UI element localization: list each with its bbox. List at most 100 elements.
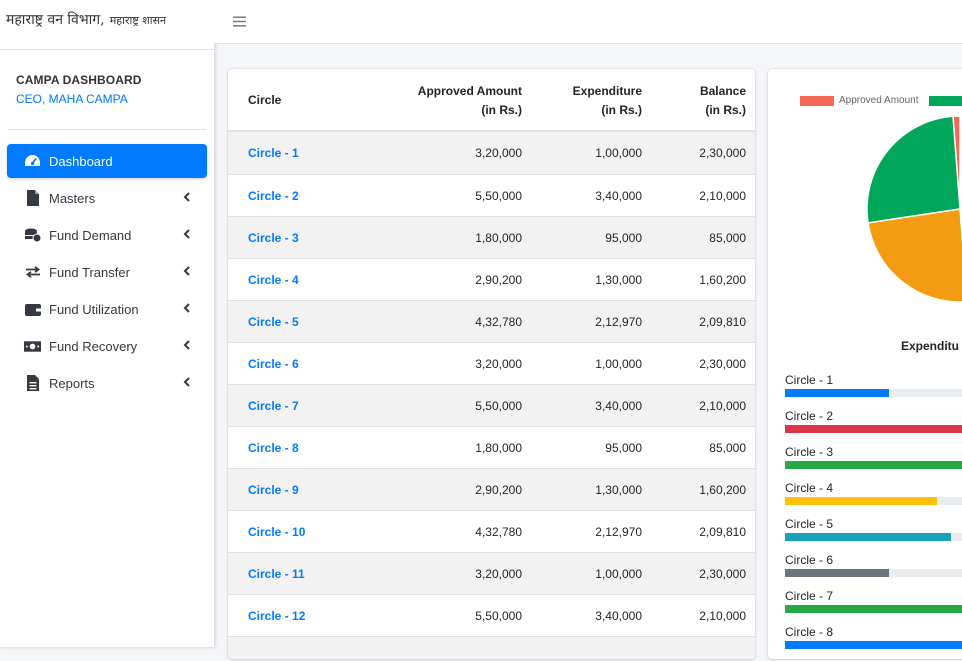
progress-track (785, 497, 962, 505)
table-cell: 2,09,810 (642, 315, 746, 329)
table-cell: 2,90,200 (368, 273, 522, 287)
circle-link[interactable]: Circle - 11 (248, 567, 305, 581)
table-body: Circle - 13,20,0001,00,0002,30,000Circle… (228, 132, 755, 659)
expenditure-cell: 2,12,970 (595, 525, 642, 539)
table-cell: 95,000 (522, 441, 642, 455)
table-row: Circle - 113,20,0001,00,0002,30,000 (228, 552, 755, 594)
table-cell: Circle - 2 (228, 189, 368, 203)
table-cell: Circle - 4 (228, 273, 368, 287)
hamburger-menu-icon[interactable] (233, 12, 246, 32)
expenditure-cell: 3,40,000 (595, 609, 642, 623)
sidebar-item-label: Fund Transfer (49, 265, 130, 280)
sidebar-item-label: Fund Demand (49, 228, 131, 243)
brand-link[interactable]: महाराष्ट्र वन विभाग, महाराष्ट्र शासन (0, 0, 214, 50)
approved-amount-cell: 4,32,780 (475, 525, 522, 539)
circle-link[interactable]: Circle - 10 (248, 525, 305, 539)
legend-swatch-approved[interactable] (800, 96, 834, 106)
pie-legend: Approved Amount (800, 95, 962, 106)
sidebar-item-fund-demand[interactable]: Fund Demand (7, 218, 207, 252)
expenditure-cell: 1,00,000 (595, 357, 642, 371)
circle-link[interactable]: Circle - 4 (248, 273, 299, 287)
table-cell: Circle - 7 (228, 399, 368, 413)
table-cell: 5,50,000 (368, 399, 522, 413)
table-cell: 1,80,000 (368, 231, 522, 245)
approved-amount-cell: 3,20,000 (475, 357, 522, 371)
sidebar-item-dashboard[interactable]: Dashboard (7, 144, 207, 178)
bar-label: Circle - 4 (785, 481, 833, 495)
balance-cell: 85,000 (709, 231, 746, 245)
circle-link[interactable]: Circle - 1 (248, 146, 299, 160)
file-alt-icon (24, 375, 41, 391)
chevron-left-icon (182, 190, 192, 204)
sidebar-divider (8, 129, 206, 130)
table-cell: 5,50,000 (368, 609, 522, 623)
progress-track (785, 533, 962, 541)
table-cell: 3,20,000 (368, 567, 522, 581)
header-balance-line1: Balance (642, 82, 746, 101)
circle-link[interactable]: Circle - 6 (248, 357, 299, 371)
sidebar-item-reports[interactable]: Reports (7, 366, 207, 400)
circle-link[interactable]: Circle - 3 (248, 231, 299, 245)
circle-link[interactable]: Circle - 12 (248, 609, 305, 623)
approved-amount-cell: 4,32,780 (475, 315, 522, 329)
bar-label: Circle - 1 (785, 373, 833, 387)
sidebar-item-fund-recovery[interactable]: Fund Recovery (7, 329, 207, 363)
approved-amount-cell: 2,90,200 (475, 273, 522, 287)
expenditure-bar-item: Circle - 1 (785, 373, 962, 409)
table-cell: 4,32,780 (368, 525, 522, 539)
balance-cell: 1,60,200 (699, 483, 746, 497)
table-cell: 2,12,970 (522, 315, 642, 329)
table-cell: 3,20,000 (368, 146, 522, 160)
expenditure-bar-item: Circle - 5 (785, 517, 962, 553)
table-cell: 2,30,000 (642, 146, 746, 160)
expenditure-cell: 95,000 (605, 231, 642, 245)
table-cell: 1,80,000 (368, 441, 522, 455)
exchange-icon (24, 264, 41, 280)
approved-amount-cell: 1,80,000 (475, 231, 522, 245)
sidebar-item-masters[interactable]: Masters (7, 181, 207, 215)
progress-bar (785, 425, 962, 433)
progress-bar (785, 641, 962, 649)
sidebar-item-fund-transfer[interactable]: Fund Transfer (7, 255, 207, 289)
circle-link[interactable]: Circle - 5 (248, 315, 299, 329)
expenditure-bar-item: Circle - 4 (785, 481, 962, 517)
table-cell: 3,40,000 (522, 399, 642, 413)
chevron-left-icon (182, 301, 192, 315)
expenditure-cell: 1,30,000 (595, 483, 642, 497)
table-cell: 1,00,000 (522, 146, 642, 160)
balance-cell: 2,10,000 (699, 399, 746, 413)
table-cell: 2,10,000 (642, 609, 746, 623)
pie-slice[interactable] (867, 116, 960, 223)
sidebar-item-fund-utilization[interactable]: Fund Utilization (7, 292, 207, 326)
chevron-left-icon (182, 338, 192, 352)
legend-label-approved: Approved Amount (839, 95, 919, 106)
header-balance-line2: (in Rs.) (642, 101, 746, 120)
circle-link[interactable]: Circle - 7 (248, 399, 299, 413)
circle-link[interactable]: Circle - 8 (248, 441, 299, 455)
table-row: Circle - 12 5,50,000 3,40,0002,10,000 (228, 594, 755, 636)
progress-bar (785, 461, 962, 469)
balance-cell: 2,09,810 (699, 315, 746, 329)
circle-link[interactable]: Circle - 9 (248, 483, 299, 497)
table-cell: 85,000 (642, 441, 746, 455)
approved-amount-cell: 1,80,000 (475, 441, 522, 455)
circle-link[interactable]: Circle - 2 (248, 189, 299, 203)
expenditure-bars: Circle - 1Circle - 2Circle - 3Circle - 4… (785, 373, 962, 661)
table-cell: Circle - 3 (228, 231, 368, 245)
user-role-link[interactable]: CEO, MAHA CAMPA (16, 92, 214, 106)
balance-cell: 1,60,200 (699, 273, 746, 287)
table-row: Circle - 104,32,7802,12,9702,09,810 (228, 510, 755, 552)
table-cell: 2,10,000 (642, 399, 746, 413)
table-row: Circle - 42,90,2001,30,0001,60,200 (228, 258, 755, 300)
file-icon (24, 190, 41, 206)
legend-swatch-expenditure[interactable] (929, 96, 962, 106)
sidebar-item-label: Dashboard (49, 154, 113, 169)
brand-title: महाराष्ट्र वन विभाग, (6, 12, 105, 28)
expenditure-cell: 1,00,000 (595, 146, 642, 160)
chevron-left-icon (182, 264, 192, 278)
header-expenditure: Expenditure (in Rs.) (522, 69, 642, 130)
pie-slice[interactable] (868, 209, 962, 302)
progress-track (785, 425, 962, 433)
money-bill-icon (24, 338, 41, 354)
expenditure-bar-item: Circle - 6 (785, 553, 962, 589)
